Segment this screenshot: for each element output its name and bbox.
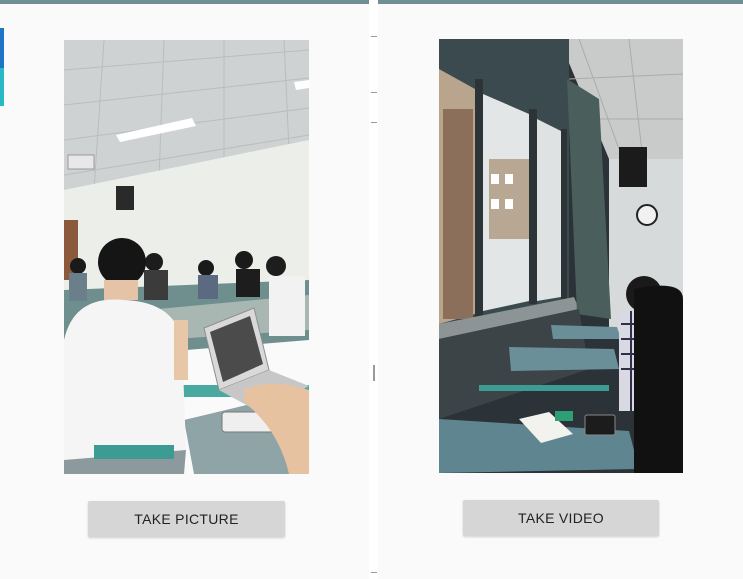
divider-tick <box>373 365 375 381</box>
take-picture-button[interactable]: TAKE PICTURE <box>88 501 285 537</box>
classroom-window-video-frame <box>439 39 683 473</box>
captured-picture-preview <box>64 40 309 474</box>
status-bar <box>378 0 743 4</box>
edge-indicator-blue <box>0 28 4 68</box>
screens-divider <box>369 0 378 579</box>
side-by-side-screenshots: TAKE PICTURE TAKE VIDEO <box>0 0 743 579</box>
classroom-students-photo <box>64 40 309 474</box>
camera-screen-picture: TAKE PICTURE <box>0 0 369 579</box>
divider-tick <box>371 36 377 37</box>
camera-screen-video: TAKE VIDEO <box>378 0 743 579</box>
divider-tick <box>371 572 377 573</box>
status-bar <box>0 0 369 4</box>
divider-tick <box>371 92 377 93</box>
take-video-button[interactable]: TAKE VIDEO <box>463 500 659 536</box>
recorded-video-preview <box>439 39 683 473</box>
edge-indicator-teal <box>0 68 4 106</box>
divider-tick <box>371 122 377 123</box>
